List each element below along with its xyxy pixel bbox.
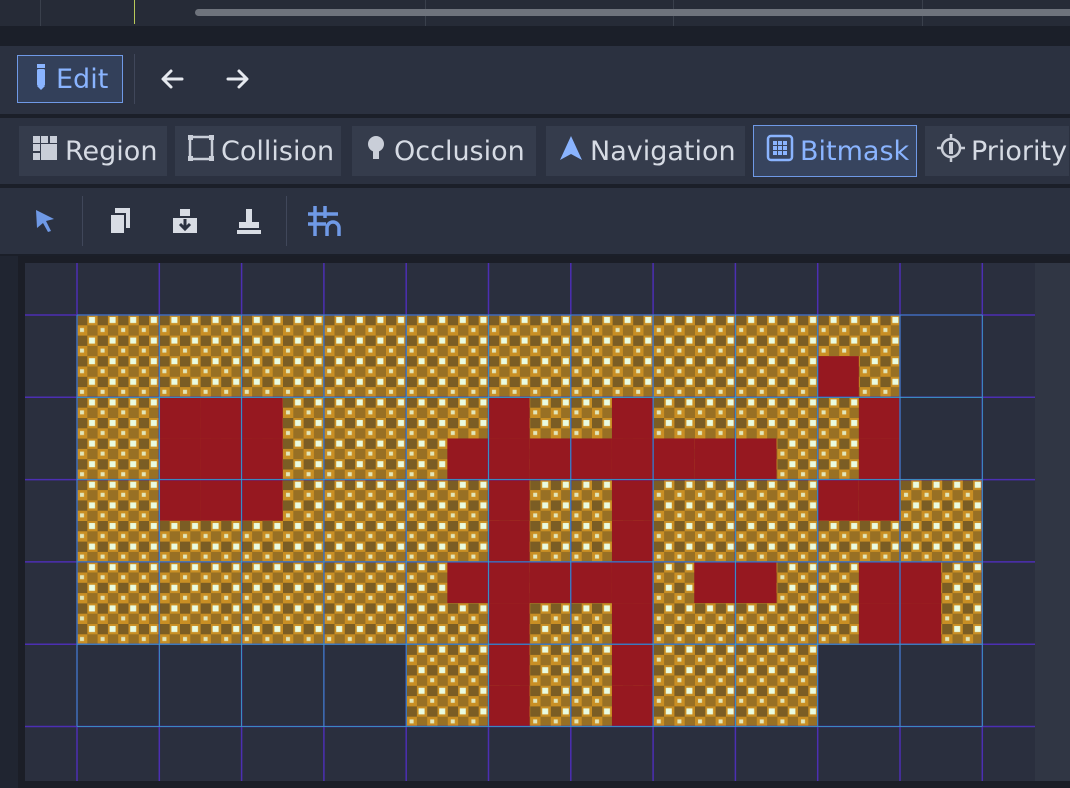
collision-icon	[187, 134, 215, 169]
tile[interactable]	[406, 644, 489, 727]
bitmask-cell[interactable]	[488, 479, 530, 521]
horizontal-scrollbar[interactable]	[195, 9, 1070, 16]
tile[interactable]	[77, 561, 160, 645]
tab-priority[interactable]: Priority	[924, 125, 1070, 177]
bitmask-icon	[766, 134, 794, 169]
tile[interactable]	[241, 315, 324, 398]
bitmask-cell[interactable]	[447, 561, 489, 604]
select-tool-icon[interactable]	[24, 200, 66, 242]
tab-occlusion[interactable]: Occlusion	[351, 125, 537, 177]
bitmask-cell[interactable]	[858, 561, 900, 604]
tile[interactable]	[323, 397, 407, 480]
tile[interactable]	[900, 479, 983, 562]
tile[interactable]	[241, 561, 324, 645]
tile[interactable]	[406, 315, 489, 398]
edit-button[interactable]: Edit	[17, 55, 123, 103]
tile[interactable]	[159, 561, 242, 645]
arrow-left-icon[interactable]	[154, 60, 190, 98]
bitmask-cell[interactable]	[200, 397, 242, 439]
tile[interactable]	[323, 479, 407, 562]
bitmask-cell[interactable]	[488, 561, 530, 604]
bitmask-cell[interactable]	[611, 603, 654, 645]
bitmask-cell[interactable]	[200, 438, 242, 480]
bitmask-cell[interactable]	[200, 479, 242, 521]
paste-bitmask-icon[interactable]	[164, 200, 206, 242]
tile[interactable]	[488, 315, 571, 398]
bitmask-cell[interactable]	[694, 561, 736, 604]
tile[interactable]	[406, 479, 489, 562]
tab-navigation[interactable]: Navigation	[545, 125, 746, 177]
bitmask-cell[interactable]	[447, 438, 489, 480]
grid-snap-icon[interactable]	[303, 200, 345, 242]
bitmask-cell[interactable]	[611, 685, 654, 727]
navigation-icon	[558, 134, 584, 169]
bitmask-cell[interactable]	[611, 479, 654, 521]
bitmask-cell[interactable]	[611, 438, 654, 480]
bitmask-cell[interactable]	[694, 438, 736, 480]
bitmask-cell[interactable]	[488, 685, 530, 727]
tile[interactable]	[159, 315, 242, 398]
tile[interactable]	[570, 315, 654, 398]
tab-bitmask[interactable]: Bitmask	[753, 125, 917, 177]
tile[interactable]	[653, 479, 736, 562]
bitmask-cell[interactable]	[529, 561, 571, 604]
tileset-viewport[interactable]	[18, 256, 1070, 788]
bitmask-cell[interactable]	[488, 520, 530, 562]
bitmask-cell[interactable]	[735, 438, 777, 480]
timeline-strip	[0, 0, 1070, 26]
bitmask-cell[interactable]	[858, 397, 900, 439]
tile[interactable]	[323, 315, 407, 398]
bitmask-cell[interactable]	[858, 438, 900, 480]
tile[interactable]	[77, 397, 160, 480]
tile[interactable]	[735, 479, 818, 562]
bitmask-cell[interactable]	[159, 479, 201, 521]
tab-collision[interactable]: Collision	[174, 125, 342, 177]
copy-bitmask-icon[interactable]	[99, 200, 141, 242]
erase-bitmask-icon[interactable]	[228, 200, 270, 242]
occlusion-icon	[364, 134, 388, 169]
bitmask-toolbar	[0, 188, 1070, 254]
bitmask-cell[interactable]	[488, 644, 530, 686]
bitmask-cell[interactable]	[900, 561, 942, 604]
bitmask-cell[interactable]	[570, 561, 612, 604]
bitmask-cell[interactable]	[488, 603, 530, 645]
bitmask-cell[interactable]	[858, 603, 900, 645]
bitmask-cell[interactable]	[611, 561, 654, 604]
bitmask-cell[interactable]	[817, 479, 859, 521]
bitmask-cell[interactable]	[488, 438, 530, 480]
tileset-canvas[interactable]	[25, 263, 1066, 781]
bitmask-cell[interactable]	[735, 561, 777, 604]
bitmask-cell[interactable]	[900, 603, 942, 645]
bitmask-cell[interactable]	[858, 479, 900, 521]
region-icon	[31, 134, 59, 169]
tab-region[interactable]: Region	[18, 125, 168, 177]
tile[interactable]	[735, 315, 818, 398]
edit-label: Edit	[56, 63, 109, 95]
bitmask-cell[interactable]	[611, 644, 654, 686]
bitmask-cell[interactable]	[653, 438, 695, 480]
bitmask-cell[interactable]	[241, 438, 283, 480]
priority-icon	[937, 133, 965, 169]
bitmask-cell[interactable]	[611, 520, 654, 562]
tile[interactable]	[735, 644, 818, 727]
bitmask-cell[interactable]	[241, 397, 283, 439]
timeline-marker	[134, 0, 135, 24]
tileset-bitmask-grid[interactable]	[25, 263, 1066, 781]
bitmask-cell[interactable]	[159, 397, 201, 439]
tile[interactable]	[77, 315, 160, 398]
bitmask-cell[interactable]	[488, 397, 530, 439]
tile[interactable]	[653, 315, 736, 398]
bitmask-cell[interactable]	[817, 356, 859, 398]
bitmask-cell[interactable]	[159, 438, 201, 480]
bitmask-cell[interactable]	[241, 479, 283, 521]
tile[interactable]	[323, 561, 407, 645]
arrow-right-icon[interactable]	[220, 60, 256, 98]
tile[interactable]	[653, 644, 736, 727]
tile[interactable]	[77, 479, 160, 562]
bitmask-cell[interactable]	[529, 438, 571, 480]
canvas-edge	[1035, 263, 1070, 781]
bitmask-cell[interactable]	[611, 397, 654, 439]
pencil-icon	[34, 62, 48, 97]
bitmask-cell[interactable]	[570, 438, 612, 480]
